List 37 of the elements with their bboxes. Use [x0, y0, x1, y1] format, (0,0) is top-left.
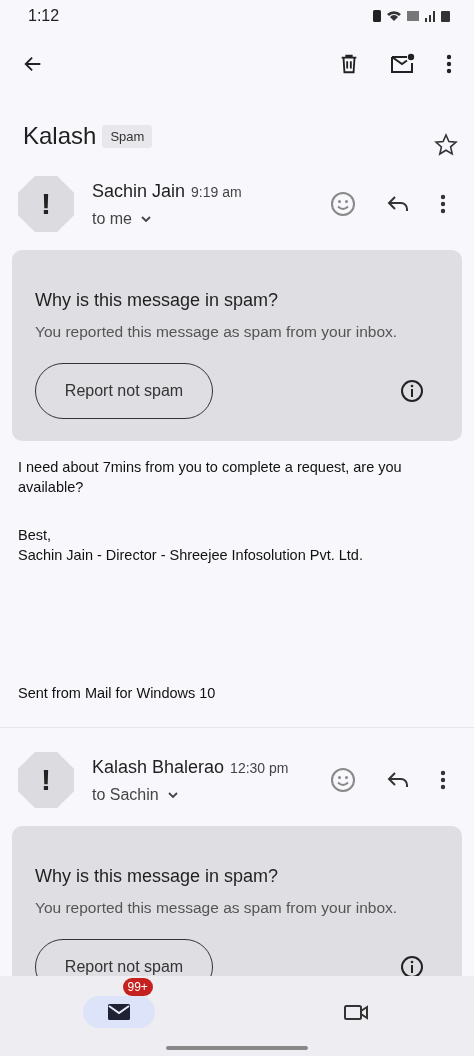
- chevron-down-icon: [166, 790, 179, 799]
- more-options-icon[interactable]: [440, 770, 446, 790]
- message-time: 9:19 am: [191, 183, 242, 200]
- notice-title: Why is this message in spam?: [35, 866, 280, 887]
- recipients-toggle[interactable]: to me: [92, 209, 242, 228]
- info-icon[interactable]: [400, 955, 424, 976]
- mail-icon: [105, 1001, 132, 1023]
- battery-icon: [441, 10, 450, 22]
- nav-mail-tab[interactable]: [82, 996, 155, 1028]
- notice-text: You reported this message as spam from your inbox.: [35, 323, 399, 341]
- signal-icon: [425, 10, 435, 22]
- email-subject: Kalash: [23, 122, 97, 150]
- notice-title: Why is this message in spam?: [35, 290, 280, 311]
- message-text: Best, Sachin Jain - Director - Shreejee Infosolution Pvt. Ltd.: [18, 526, 364, 565]
- info-icon[interactable]: [400, 379, 424, 403]
- unread-count-badge: 99+: [122, 978, 153, 996]
- reply-icon[interactable]: [386, 194, 410, 214]
- reply-icon[interactable]: [386, 770, 410, 790]
- more-options-icon[interactable]: [446, 54, 452, 74]
- status-time: 1:12: [28, 7, 60, 25]
- star-icon[interactable]: [434, 133, 458, 157]
- sender-avatar: !: [18, 176, 74, 232]
- chevron-down-icon: [140, 214, 152, 223]
- recipients-toggle[interactable]: to Sachin: [92, 785, 289, 804]
- emoji-reaction-icon[interactable]: [330, 191, 356, 217]
- sender-name: Sachin Jain: [92, 180, 186, 202]
- message-time: 12:30 pm: [230, 759, 289, 776]
- spam-label: Spam: [102, 124, 153, 148]
- sender-name: Kalash Bhalerao: [92, 756, 225, 778]
- more-options-icon[interactable]: [440, 194, 446, 214]
- emoji-reaction-icon[interactable]: [330, 767, 356, 793]
- mail-unread-icon[interactable]: [390, 53, 416, 75]
- signature-text: Sent from Mail for Windows 10: [18, 684, 217, 703]
- wifi-icon: [387, 11, 401, 21]
- sender-avatar: !: [18, 752, 74, 808]
- message-text: I need about 7mins from you to complete a request, are you available?: [18, 458, 403, 497]
- notice-text: You reported this message as spam from your inbox.: [35, 899, 399, 917]
